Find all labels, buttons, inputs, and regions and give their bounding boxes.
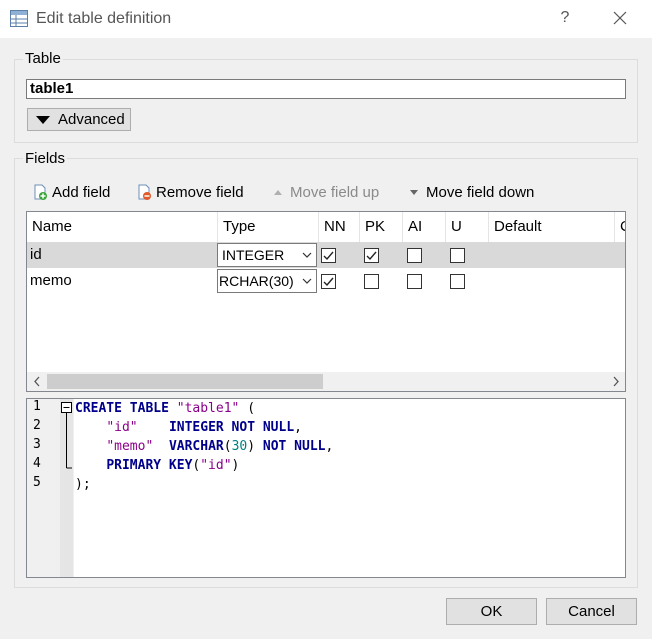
scroll-left-icon[interactable] — [32, 376, 42, 387]
table-row[interactable]: id INTEGER — [27, 242, 625, 268]
expand-arrow-icon — [36, 115, 50, 124]
field-name-cell[interactable]: memo — [27, 268, 72, 294]
table-row[interactable]: memo RCHAR(30) — [27, 268, 625, 294]
remove-field-label: Remove field — [156, 183, 244, 201]
type-dropdown[interactable]: INTEGER — [217, 243, 317, 267]
code-line: "id" INTEGER NOT NULL, — [75, 418, 302, 437]
column-header-pk[interactable]: PK — [360, 212, 403, 242]
sql-punctuation: ) — [231, 458, 240, 473]
ok-button[interactable]: OK — [446, 598, 537, 625]
line-number: 4 — [33, 456, 41, 471]
chevron-down-icon — [302, 278, 312, 284]
ai-checkbox[interactable] — [407, 248, 422, 263]
sql-punctuation: ( — [223, 439, 232, 454]
nn-checkbox[interactable] — [321, 248, 336, 263]
code-line: ); — [75, 475, 91, 494]
ai-checkbox[interactable] — [407, 274, 422, 289]
sql-punctuation: ) — [247, 439, 256, 454]
column-header-check[interactable]: C — [615, 212, 625, 242]
cancel-button[interactable]: Cancel — [546, 598, 637, 625]
type-value: RCHAR(30) — [219, 273, 294, 289]
scroll-right-icon[interactable] — [611, 376, 621, 387]
add-field-label: Add field — [52, 183, 111, 201]
sql-punctuation: ( — [239, 401, 256, 416]
sql-punctuation: , — [294, 420, 302, 435]
column-header-type[interactable]: Type — [218, 212, 319, 242]
column-header-u[interactable]: U — [446, 212, 489, 242]
checkmark-icon — [323, 277, 334, 287]
arrow-down-icon — [410, 190, 418, 195]
sql-string: "id" — [200, 458, 232, 473]
move-field-up-button[interactable]: Move field up — [270, 182, 379, 202]
column-header-default[interactable]: Default — [489, 212, 615, 242]
sql-preview-editor[interactable]: 1 2 3 4 5 CREATE TABLE "table1" ( "id" I… — [26, 398, 626, 578]
sql-string: "table1" — [176, 401, 240, 416]
move-field-down-label: Move field down — [426, 183, 535, 201]
column-header-name[interactable]: Name — [27, 212, 218, 242]
sql-punctuation: ); — [75, 477, 91, 492]
nn-checkbox[interactable] — [321, 274, 336, 289]
line-number: 1 — [33, 399, 41, 414]
column-header-ai[interactable]: AI — [403, 212, 446, 242]
code-line: "memo" VARCHAR(30) NOT NULL, — [75, 437, 333, 456]
line-number: 3 — [33, 437, 41, 452]
table-group-label: Table — [23, 50, 63, 67]
type-dropdown[interactable]: RCHAR(30) — [217, 269, 317, 293]
checkmark-icon — [366, 251, 377, 261]
u-checkbox[interactable] — [450, 248, 465, 263]
window-title: Edit table definition — [36, 10, 172, 27]
pk-checkbox[interactable] — [364, 274, 379, 289]
remove-field-icon — [138, 184, 151, 200]
advanced-button-label: Advanced — [58, 111, 125, 128]
sql-keyword: PRIMARY KEY — [106, 458, 193, 473]
sql-keyword: NOT NULL — [262, 439, 326, 454]
add-field-button[interactable]: Add field — [32, 182, 110, 202]
table-name-input[interactable]: table1 — [26, 79, 626, 99]
fold-collapse-icon[interactable] — [61, 402, 72, 474]
horizontal-scrollbar[interactable] — [27, 372, 625, 391]
column-header-nn[interactable]: NN — [319, 212, 360, 242]
field-name-cell[interactable]: id — [27, 242, 42, 268]
arrow-up-icon — [274, 190, 282, 195]
u-checkbox[interactable] — [450, 274, 465, 289]
fields-group-label: Fields — [23, 150, 68, 167]
remove-field-button[interactable]: Remove field — [136, 182, 244, 202]
sql-number: 30 — [231, 439, 248, 454]
fields-table: Name Type NN PK AI U Default C id INTEGE… — [26, 211, 626, 392]
sql-keyword: CREATE TABLE — [75, 401, 169, 416]
chevron-down-icon — [302, 252, 312, 258]
title-bar: Edit table definition ? — [0, 0, 652, 38]
close-icon[interactable] — [612, 10, 628, 26]
sql-punctuation: , — [325, 439, 334, 454]
checkmark-icon — [323, 251, 334, 261]
move-field-up-label: Move field up — [290, 183, 380, 201]
help-button[interactable]: ? — [558, 9, 572, 27]
advanced-button[interactable]: Advanced — [27, 108, 131, 131]
code-line: PRIMARY KEY("id") — [75, 456, 239, 475]
sql-string: "id" — [106, 420, 138, 435]
code-line: CREATE TABLE "table1" ( — [75, 399, 255, 418]
move-field-down-button[interactable]: Move field down — [406, 182, 534, 202]
type-value: INTEGER — [222, 247, 285, 263]
scrollbar-thumb[interactable] — [47, 374, 323, 389]
table-header: Name Type NN PK AI U Default C — [27, 212, 625, 242]
sql-keyword: INTEGER NOT NULL — [168, 420, 295, 435]
pk-checkbox[interactable] — [364, 248, 379, 263]
sql-keyword: VARCHAR — [168, 439, 224, 454]
line-number: 5 — [33, 475, 41, 490]
add-field-icon — [34, 184, 47, 200]
line-number: 2 — [33, 418, 41, 433]
sql-string: "memo" — [106, 439, 154, 454]
table-icon — [10, 10, 28, 27]
